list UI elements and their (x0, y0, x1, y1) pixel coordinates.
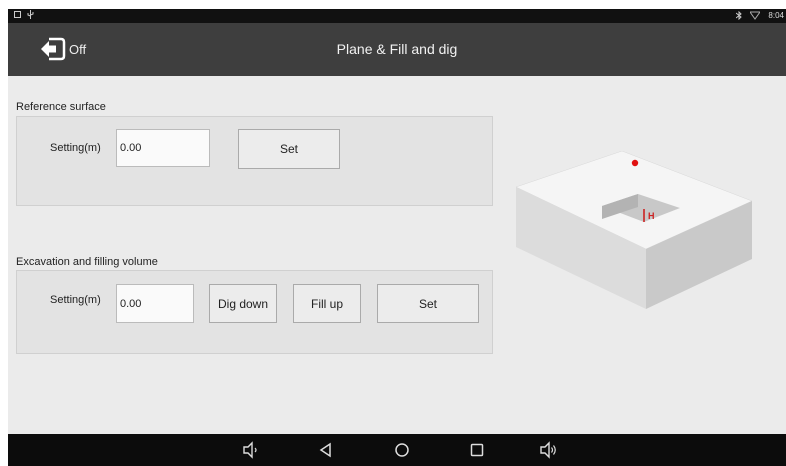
volume-up-icon[interactable] (540, 441, 558, 459)
recents-icon[interactable] (468, 441, 486, 459)
fill-dig-illustration: H (515, 151, 753, 309)
excavation-setting-input[interactable] (116, 284, 194, 323)
status-time: 8:04 (768, 11, 784, 20)
back-button[interactable]: Off (40, 35, 86, 63)
excavation-setting-label: Setting(m) (50, 294, 101, 306)
status-left (14, 10, 34, 19)
bluetooth-icon (736, 11, 743, 20)
excavation-title: Excavation and filling volume (16, 256, 158, 268)
wifi-icon (750, 11, 761, 20)
dig-down-button[interactable]: Dig down (209, 284, 277, 323)
excavation-panel: Setting(m) Dig down Fill up Set (16, 270, 493, 354)
reference-surface-panel: Setting(m) Set (16, 116, 493, 206)
reference-setting-input[interactable] (116, 129, 210, 167)
reference-set-button[interactable]: Set (238, 129, 340, 169)
status-right: 8:04 (736, 11, 784, 20)
status-bar: 8:04 (8, 9, 786, 23)
reference-point-dot (631, 159, 639, 167)
notification-icon (14, 11, 21, 18)
fill-up-button[interactable]: Fill up (293, 284, 361, 323)
usb-icon (27, 10, 34, 19)
back-icon[interactable] (317, 441, 335, 459)
back-label: Off (69, 41, 87, 57)
excavation-set-button[interactable]: Set (377, 284, 479, 323)
app-bar: Off Plane & Fill and dig (8, 23, 786, 76)
reference-setting-label: Setting(m) (50, 142, 101, 154)
device-screen: 8:04 Off Plane & Fill and dig Reference … (8, 9, 786, 466)
home-icon[interactable] (393, 441, 411, 459)
exit-arrow-icon (41, 37, 66, 61)
main-content: Reference surface Setting(m) Set Excavat… (8, 76, 786, 434)
volume-down-icon[interactable] (242, 441, 260, 459)
reference-surface-title: Reference surface (16, 101, 106, 113)
nav-bar (8, 434, 786, 466)
height-marker-label: H (648, 211, 655, 221)
page-title: Plane & Fill and dig (336, 41, 458, 57)
